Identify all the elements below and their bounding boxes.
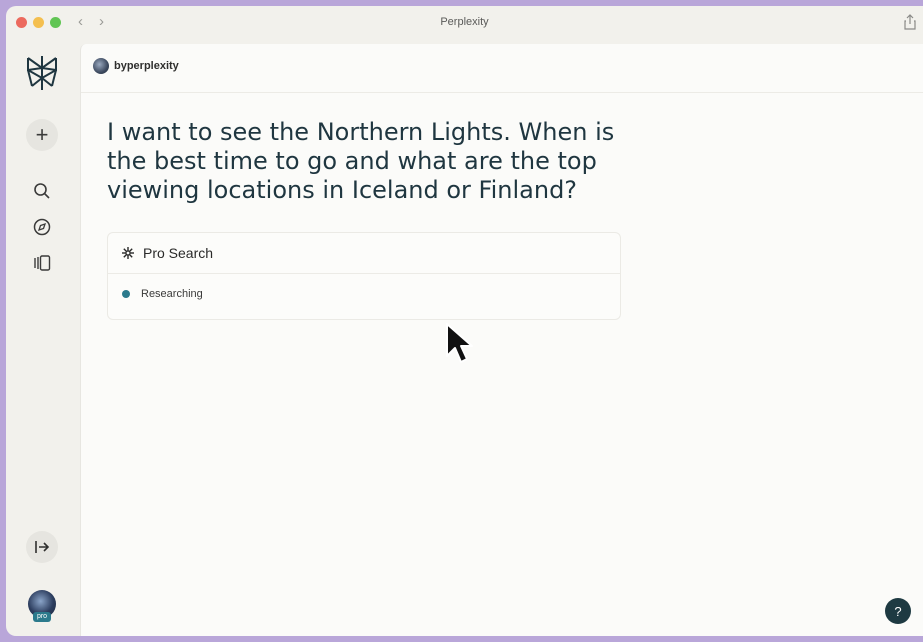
question-heading: I want to see the Northern Lights. When … — [107, 118, 615, 204]
mouse-pointer-icon — [446, 323, 473, 363]
thread-header: byperplexity — [81, 44, 923, 93]
author-name: byperplexity — [114, 60, 179, 72]
status-dot — [122, 290, 130, 298]
step-label: Researching — [141, 288, 203, 300]
pro-badge: pro — [33, 612, 51, 622]
thread-panel: byperplexity I want to see the Northern … — [80, 44, 923, 636]
new-thread-button[interactable]: + — [26, 119, 58, 151]
search-icon[interactable] — [33, 182, 51, 200]
collapse-arrow-icon — [35, 541, 50, 553]
library-icon[interactable] — [33, 254, 51, 272]
window-title: Perplexity — [440, 16, 489, 28]
pro-search-title: Pro Search — [143, 245, 214, 261]
compass-icon[interactable] — [33, 218, 51, 236]
help-button[interactable]: ? — [885, 598, 911, 624]
pro-search-card: Pro Search Researching — [107, 232, 621, 320]
research-step: Researching — [122, 288, 203, 300]
share-icon[interactable] — [903, 14, 917, 30]
sidebar: + pro — [6, 40, 79, 636]
app-window: ‹ › Perplexity + pro byperplexity I want… — [6, 6, 923, 636]
author-avatar — [93, 58, 109, 74]
sparkle-icon — [122, 247, 134, 259]
collapse-sidebar-button[interactable] — [26, 531, 58, 563]
title-bar: ‹ › Perplexity — [6, 6, 923, 40]
pro-search-header[interactable]: Pro Search — [108, 233, 620, 274]
perplexity-logo-icon[interactable] — [24, 54, 60, 92]
thread-author[interactable]: byperplexity — [93, 58, 179, 74]
